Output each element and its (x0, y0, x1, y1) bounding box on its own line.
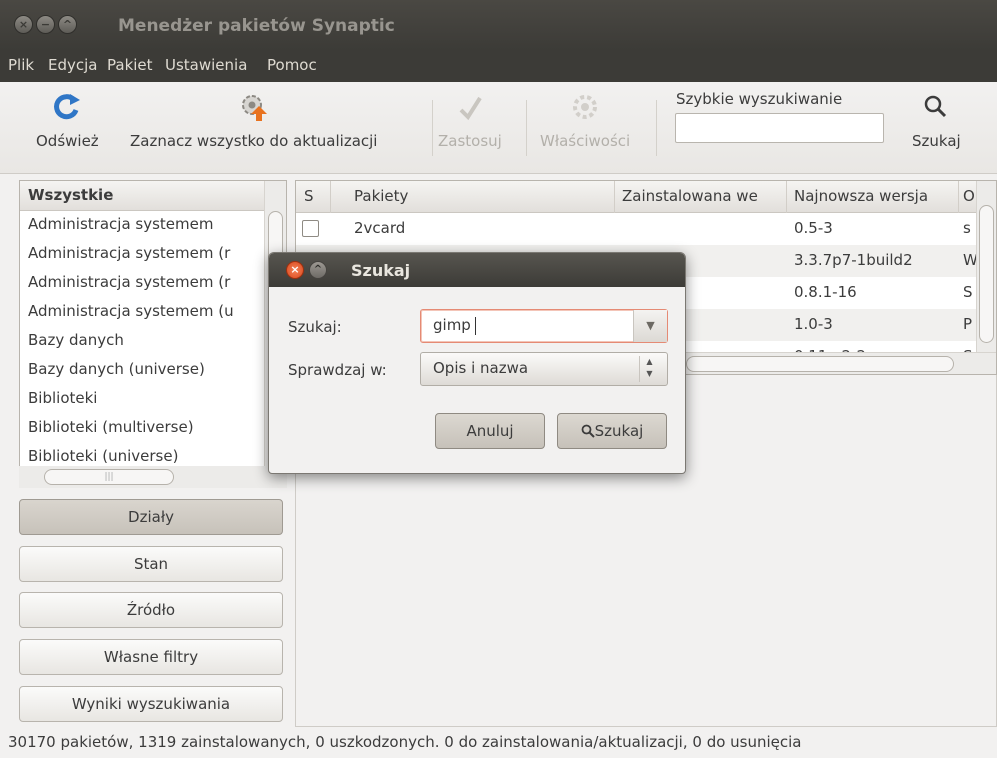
menu-package[interactable]: Pakiet (107, 56, 153, 74)
latest-version: 1.0-3 (794, 315, 833, 333)
column-description[interactable]: O (963, 187, 975, 205)
search-button[interactable]: Szukaj (912, 90, 961, 150)
window-maximize-icon[interactable]: ^ (58, 15, 77, 34)
search-label: Szukaj: (288, 318, 342, 336)
toolbar-separator (656, 100, 657, 156)
menu-help[interactable]: Pomoc (267, 56, 317, 74)
look-in-label: Sprawdzaj w: (288, 361, 387, 379)
window-close-icon[interactable]: × (14, 15, 33, 34)
filter-custom-button[interactable]: Własne filtry (19, 639, 283, 675)
window-title-bar: × − ^ Menedżer pakietów Synaptic (0, 0, 997, 50)
scrollbar-thumb[interactable] (979, 205, 994, 343)
properties-button[interactable]: Właściwości (540, 90, 630, 150)
dialog-search-button[interactable]: Szukaj (557, 413, 667, 449)
window-minimize-icon[interactable]: − (36, 15, 55, 34)
sections-list[interactable]: Wszystkie Administracja systemem Adminis… (19, 180, 287, 470)
list-item[interactable]: Bazy danych (20, 327, 286, 356)
filter-status-button[interactable]: Stan (19, 546, 283, 582)
package-description: s (963, 219, 971, 237)
sections-header[interactable]: Wszystkie (20, 181, 286, 211)
search-term-input[interactable]: gimp (433, 316, 471, 334)
menu-settings[interactable]: Ustawienia (165, 56, 247, 74)
column-package[interactable]: Pakiety (354, 187, 408, 205)
filter-sections-button[interactable]: Działy (19, 499, 283, 535)
chevron-down-icon[interactable]: ▼ (633, 310, 667, 342)
menu-edit[interactable]: Edycja (48, 56, 97, 74)
window-controls: × − ^ (14, 15, 77, 34)
filter-search-results-button[interactable]: Wyniki wyszukiwania (19, 686, 283, 722)
look-in-select[interactable]: Opis i nazwa ▲ ▼ (420, 352, 668, 386)
column-divider (614, 181, 615, 213)
latest-version: 0.8.1-16 (794, 283, 857, 301)
list-item[interactable]: Administracja systemem (u (20, 298, 286, 327)
upgrade-icon (241, 95, 267, 121)
search-dialog: × ^ Szukaj Szukaj: gimp ▼ Sprawdzaj w: O… (268, 252, 686, 474)
status-bar: 30170 pakietów, 1319 zainstalowanych, 0 … (8, 733, 802, 751)
column-installed-version[interactable]: Zainstalowana we (622, 187, 758, 205)
package-description: P (963, 315, 973, 333)
latest-version: 0.5-3 (794, 219, 833, 237)
package-checkbox[interactable] (302, 220, 319, 237)
dialog-minimize-icon[interactable]: ^ (309, 261, 327, 279)
column-status[interactable]: S (304, 187, 314, 205)
window-title: Menedżer pakietów Synaptic (118, 16, 395, 36)
sections-horizontal-scrollbar[interactable]: ||| (19, 466, 287, 488)
scrollbar-thumb[interactable] (686, 356, 954, 372)
column-divider (330, 181, 331, 213)
filter-origin-button[interactable]: Źródło (19, 592, 283, 628)
column-latest-version[interactable]: Najnowsza wersja (794, 187, 928, 205)
mark-all-upgrades-button[interactable]: Zaznacz wszystko do aktualizacji (130, 90, 377, 150)
dialog-close-icon[interactable]: × (286, 261, 304, 279)
refresh-button[interactable]: Odśwież (36, 90, 99, 150)
column-divider (958, 181, 959, 213)
scrollbar-thumb[interactable]: ||| (44, 469, 174, 485)
look-in-value: Opis i nazwa (433, 359, 529, 377)
table-row[interactable]: 2vcard 0.5-3 s (296, 213, 996, 245)
updown-arrows-icon: ▲ ▼ (639, 356, 659, 382)
quick-search-input[interactable] (675, 113, 884, 143)
latest-version: 3.3.7p7-1build2 (794, 251, 913, 269)
apply-check-icon (459, 96, 482, 121)
text-cursor (475, 317, 476, 335)
cancel-button[interactable]: Anuluj (435, 413, 545, 449)
toolbar-separator (432, 100, 433, 156)
quick-search-label: Szybkie wyszukiwanie (676, 90, 843, 108)
menu-file[interactable]: Plik (8, 56, 34, 74)
list-item[interactable]: Biblioteki (multiverse) (20, 414, 286, 443)
list-item[interactable]: Bazy danych (universe) (20, 356, 286, 385)
apply-button[interactable]: Zastosuj (438, 90, 502, 150)
dialog-title-bar: × ^ Szukaj (269, 253, 685, 287)
menu-bar: Plik Edycja Pakiet Ustawienia Pomoc (0, 50, 997, 82)
table-header: S Pakiety Zainstalowana we Najnowsza wer… (296, 181, 996, 213)
list-item[interactable]: Biblioteki (20, 385, 286, 414)
package-vertical-scrollbar[interactable] (976, 181, 996, 374)
list-item[interactable]: Administracja systemem (r (20, 240, 286, 269)
column-divider (786, 181, 787, 213)
list-item[interactable]: Administracja systemem (r (20, 269, 286, 298)
package-description: S (963, 283, 973, 301)
dialog-title: Szukaj (351, 261, 411, 280)
refresh-icon (54, 94, 81, 120)
package-name: 2vcard (354, 219, 406, 237)
search-icon (581, 424, 595, 438)
search-term-combo[interactable]: gimp ▼ (420, 309, 668, 343)
list-item[interactable]: Administracja systemem (20, 211, 286, 240)
toolbar-separator (526, 100, 527, 156)
dialog-search-label: Szukaj (594, 422, 644, 440)
properties-gear-icon (573, 95, 598, 119)
search-icon (925, 95, 947, 118)
